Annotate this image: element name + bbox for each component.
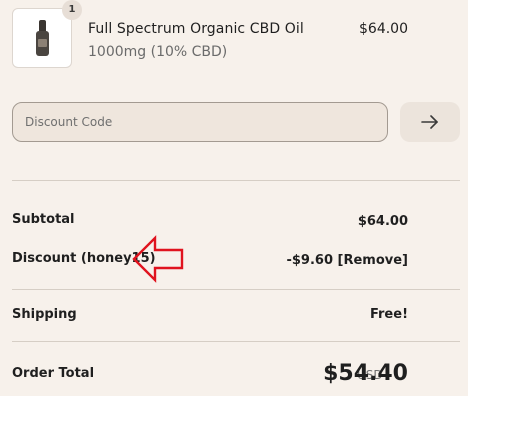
product-thumbnail (12, 8, 72, 68)
order-summary-panel: 1 Full Spectrum Organic CBD Oil 1000mg (… (0, 0, 468, 396)
apply-discount-button[interactable] (400, 102, 460, 142)
shipping-label: Shipping (12, 307, 77, 322)
red-arrow-pointing-left-icon (132, 235, 184, 283)
order-total-value: $54.40 (323, 361, 408, 386)
product-price: $64.00 (359, 21, 408, 37)
order-total-label: Order Total (12, 366, 95, 381)
bottle-label (38, 39, 47, 47)
shipping-value: Free! (369, 307, 408, 322)
product-name: Full Spectrum Organic CBD Oil (88, 21, 304, 37)
subtotal-value: $64.00 (357, 214, 408, 229)
arrow-right-icon (421, 115, 438, 129)
divider (12, 180, 460, 181)
product-variant: 1000mg (10% CBD) (88, 44, 228, 60)
divider (12, 289, 460, 290)
quantity-badge: 1 (62, 0, 82, 20)
subtotal-label: Subtotal (12, 212, 75, 227)
discount-code-input[interactable] (12, 102, 388, 142)
divider (12, 341, 460, 342)
discount-value[interactable]: -$9.60 [Remove] (286, 253, 408, 268)
